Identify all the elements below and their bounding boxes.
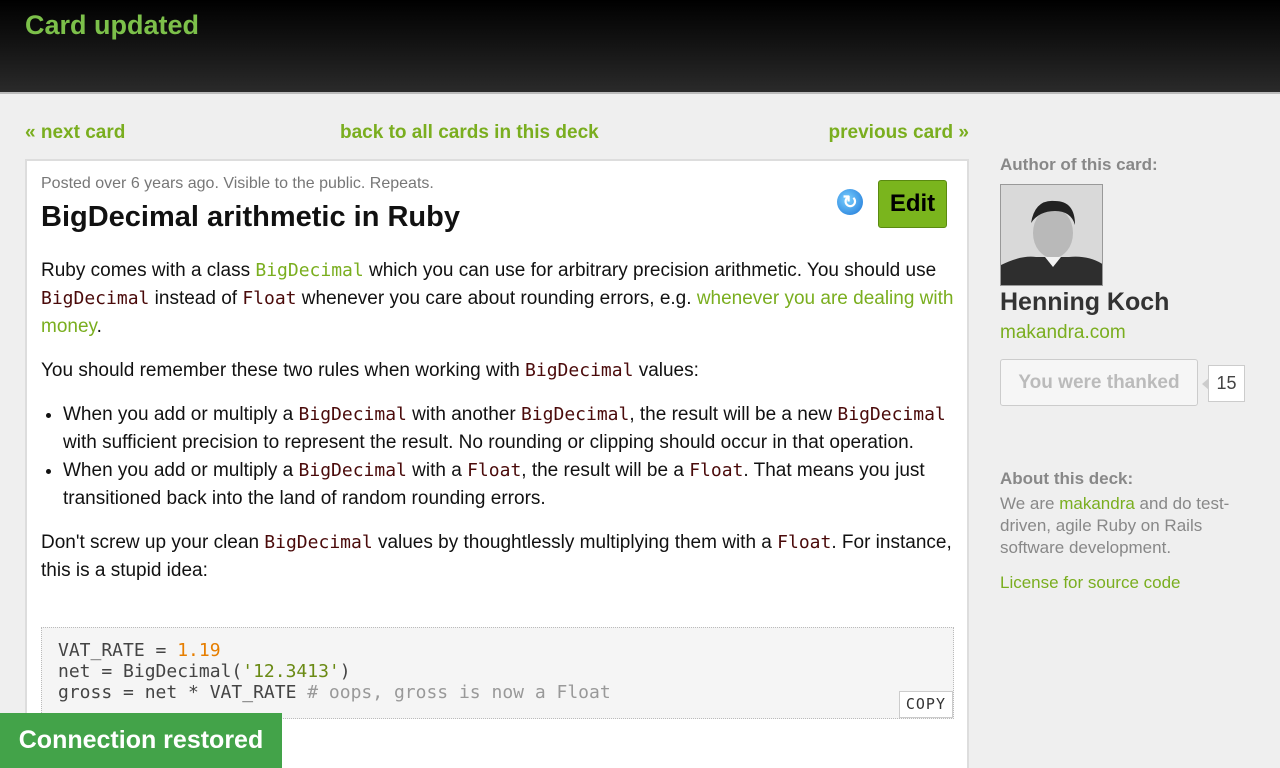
card-title: BigDecimal arithmetic in Ruby — [41, 201, 460, 233]
list-item: When you add or multiply a BigDecimal wi… — [63, 401, 959, 457]
rules-list: When you add or multiply a BigDecimal wi… — [63, 401, 959, 513]
text: which you can use for arbitrary precisio… — [363, 260, 937, 281]
text: whenever you care about rounding errors,… — [296, 288, 697, 309]
code-text: VAT_RATE = — [58, 640, 178, 661]
text: You should remember these two rules when… — [41, 360, 526, 381]
list-item: When you add or multiply a BigDecimal wi… — [63, 457, 959, 513]
avatar-portrait-icon — [1001, 185, 1102, 285]
paragraph-intro: Ruby comes with a class BigDecimal which… — [41, 257, 959, 341]
top-bar: Card updated — [0, 0, 1280, 94]
inline-code: BigDecimal — [298, 460, 407, 481]
text: We are — [1000, 494, 1060, 513]
author-avatar[interactable] — [1000, 184, 1103, 286]
code-text: gross = net * VAT_RATE — [58, 682, 308, 703]
thank-button[interactable]: You were thanked — [1000, 359, 1198, 406]
paragraph-warning: Don't screw up your clean BigDecimal val… — [41, 529, 959, 585]
inline-code: Float — [467, 460, 522, 481]
inline-code: BigDecimal — [837, 404, 946, 425]
code-comment: # oops, gross is now a Float — [307, 682, 611, 703]
inline-code: BigDecimal — [525, 360, 634, 381]
inline-code: BigDecimal — [520, 404, 630, 425]
text: with another — [406, 404, 521, 425]
inline-code: Float — [777, 532, 832, 553]
about-text: We are makandra and do test-driven, agil… — [1000, 493, 1250, 559]
code-string: '12.3413' — [242, 661, 340, 682]
code-text: net = BigDecimal( — [58, 661, 243, 682]
license-link[interactable]: License for source code — [1000, 573, 1181, 593]
copy-button[interactable]: COPY — [898, 691, 953, 718]
text: Don't screw up your clean — [41, 532, 265, 553]
text: When you add or multiply a — [63, 460, 299, 481]
text: instead of — [149, 288, 243, 309]
text: When you add or multiply a — [63, 404, 299, 425]
inline-code: Float — [242, 288, 297, 309]
author-site-link[interactable]: makandra.com — [1000, 322, 1126, 344]
card-meta: Posted over 6 years ago. Visible to the … — [41, 175, 434, 192]
text: , the result will be a — [521, 460, 690, 481]
text: values: — [633, 360, 699, 381]
code-text: ) — [339, 661, 351, 682]
inline-code: BigDecimal — [255, 260, 364, 281]
code-block: VAT_RATE = 1.19 net = BigDecimal('12.341… — [41, 627, 954, 719]
inline-code: BigDecimal — [41, 288, 150, 309]
about-heading: About this deck: — [1000, 469, 1134, 488]
inline-code: BigDecimal — [298, 404, 407, 425]
code-number: 1.19 — [177, 640, 221, 661]
back-to-deck-link[interactable]: back to all cards in this deck — [340, 122, 599, 144]
flash-message: Card updated — [25, 10, 200, 40]
text: , the result will be a new — [629, 404, 838, 425]
makandra-link[interactable]: makandra — [1059, 494, 1135, 513]
paragraph-rules: You should remember these two rules when… — [41, 357, 959, 385]
previous-card-link[interactable]: previous card » — [829, 122, 969, 144]
author-name[interactable]: Henning Koch — [1000, 288, 1169, 317]
inline-code: Float — [689, 460, 744, 481]
text: . — [96, 316, 102, 337]
text: with a — [406, 460, 468, 481]
inline-code: BigDecimal — [264, 532, 373, 553]
author-heading: Author of this card: — [1000, 155, 1158, 174]
edit-button[interactable]: Edit — [878, 180, 947, 228]
thank-count-badge: 15 — [1202, 365, 1245, 402]
text: with sufficient precision to represent t… — [63, 432, 914, 453]
next-card-link[interactable]: « next card — [25, 122, 125, 144]
card-navigation: « next card back to all cards in this de… — [25, 122, 969, 146]
card-panel: Posted over 6 years ago. Visible to the … — [25, 159, 969, 768]
sidebar: Author of this card: Henning Koch makand… — [1000, 155, 1260, 592]
connection-toast: Connection restored — [0, 713, 282, 768]
refresh-icon[interactable]: ↻ — [837, 189, 863, 215]
text: Ruby comes with a class — [41, 260, 256, 281]
card-body: Ruby comes with a class BigDecimal which… — [41, 257, 959, 601]
text: values by thoughtlessly multiplying them… — [372, 532, 778, 553]
